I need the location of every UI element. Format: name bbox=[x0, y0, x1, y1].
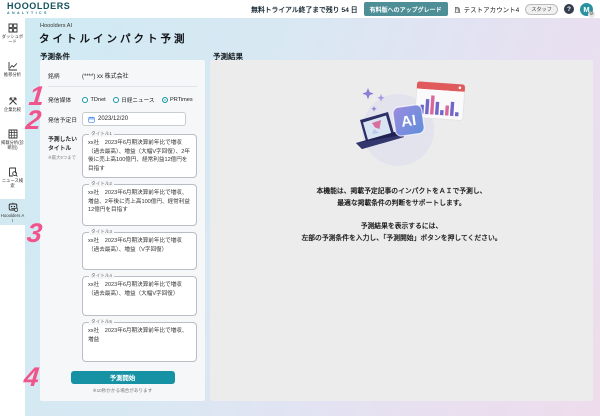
brand-logo: HOOOLDERS ANALYTICS bbox=[7, 2, 70, 16]
upgrade-button[interactable]: 有料版へのアップグレード bbox=[364, 2, 448, 16]
account-menu[interactable]: テストアカウント4 bbox=[454, 4, 520, 14]
logo-text: HOOOLDERS bbox=[7, 2, 70, 11]
duration-note: ※10秒かかる場合があります bbox=[48, 388, 197, 394]
results-panel: AI 本機能は、掲載予定記事のインパクトをＡＩで予測し、 最適な掲載条件の判断を… bbox=[210, 60, 593, 401]
annotation-4: 4 bbox=[23, 364, 41, 391]
top-bar: HOOOLDERS ANALYTICS 無料トライアル終了まで残り 54 日 有… bbox=[0, 0, 600, 18]
sidebar-item-news-search[interactable]: ニュース検索 bbox=[0, 164, 25, 190]
title-input-5-label: タイトル5 bbox=[89, 320, 114, 325]
title-input-1-label: タイトル1 bbox=[89, 132, 114, 137]
account-name: テストアカウント4 bbox=[464, 4, 520, 14]
user-avatar[interactable]: M ⚙ bbox=[580, 3, 593, 16]
title-input-1-box: タイトル1 xx社 2023年6月期決算前年比で増収（過去最高）、増益（大幅V字… bbox=[82, 134, 197, 178]
svg-text:AI: AI bbox=[400, 112, 417, 131]
titles-label-line2: タイトル bbox=[48, 145, 82, 154]
stock-value[interactable]: (****) xx 株式会社 bbox=[82, 71, 129, 80]
table-icon bbox=[8, 129, 18, 139]
title-input-3-label: タイトル3 bbox=[89, 230, 114, 235]
main-content: Hooolders AI タイトルインパクト予測 予測条件 予測結果 銘柄 (*… bbox=[25, 18, 600, 416]
calendar-icon bbox=[88, 116, 95, 123]
page-title: タイトルインパクト予測 bbox=[39, 31, 188, 46]
media-radio-group: TDnet 日経ニュース PRTimes bbox=[82, 96, 193, 104]
start-prediction-button[interactable]: 予測開始 bbox=[71, 371, 175, 384]
date-value: 2023/12/20 bbox=[98, 116, 128, 122]
stock-field-row: 銘柄 (****) xx 株式会社 bbox=[48, 66, 197, 87]
title-input-5[interactable]: xx社 2023年6月期決算前年比で増収、増益 bbox=[83, 323, 196, 361]
titles-section: 予測したい タイトル ※最大5つまで タイトル1 xx社 2023年6月期決算前… bbox=[48, 134, 197, 362]
title-input-1[interactable]: xx社 2023年6月期決算前年比で増収（過去最高）、増益（大幅V字回復）、2年… bbox=[83, 135, 196, 177]
radio-prtimes[interactable]: PRTimes bbox=[162, 97, 193, 103]
media-label: 発信媒体 bbox=[48, 95, 82, 104]
radio-icon bbox=[113, 97, 119, 103]
titles-label-col: 予測したい タイトル ※最大5つまで bbox=[48, 134, 82, 362]
ai-robot-icon bbox=[8, 202, 18, 212]
title-input-2[interactable]: xx社 2023年6月期決算前年比で増収、増益、2年後に売上高100億円、経常利… bbox=[83, 185, 196, 225]
radio-nikkei-news[interactable]: 日経ニュース bbox=[113, 96, 155, 104]
role-badge: スタッフ bbox=[525, 4, 558, 15]
title-input-5-box: タイトル5 xx社 2023年6月期決算前年比で増収、増益 bbox=[82, 322, 197, 362]
compare-arrows-icon bbox=[8, 96, 18, 106]
title-input-2-label: タイトル2 bbox=[89, 182, 114, 187]
sparkle-icon bbox=[362, 88, 373, 99]
help-icon[interactable]: ? bbox=[564, 4, 574, 14]
gear-icon: ⚙ bbox=[588, 11, 595, 18]
title-input-3[interactable]: xx社 2023年6月期決算前年比で増収（過去最高）、増益（V字回復） bbox=[83, 233, 196, 269]
sidebar: ダッシュボード 推移分析 企業比較 掲載分析(診断別) ニュース検索 Hoool… bbox=[0, 18, 25, 416]
sidebar-item-trend[interactable]: 推移分析 bbox=[0, 58, 25, 79]
ai-prediction-illustration: AI bbox=[322, 80, 482, 172]
title-input-2-box: タイトル2 xx社 2023年6月期決算前年比で増収、増益、2年後に売上高100… bbox=[82, 184, 197, 226]
title-input-3-box: タイトル3 xx社 2023年6月期決算前年比で増収（過去最高）、増益（V字回復… bbox=[82, 232, 197, 270]
trend-chart-icon bbox=[8, 61, 18, 71]
date-label: 発信予定日 bbox=[48, 115, 82, 124]
date-picker-input[interactable]: 2023/12/20 bbox=[82, 112, 186, 126]
ai-badge: AI bbox=[392, 104, 425, 137]
dashboard-grid-icon bbox=[8, 23, 18, 33]
instruction-text: 予測結果を表示するには、 左部の予測条件を入力し、「予測開始」ボタンを押してくだ… bbox=[301, 221, 501, 245]
sidebar-item-compare[interactable]: 企業比較 bbox=[0, 93, 25, 114]
radio-icon-selected bbox=[162, 97, 168, 103]
feature-description: 本機能は、掲載予定記事のインパクトをＡＩで予測し、 最適な掲載条件の判断をサポー… bbox=[317, 186, 487, 210]
title-input-4-label: タイトル4 bbox=[89, 274, 114, 279]
organization-icon bbox=[454, 6, 461, 13]
radio-tdnet[interactable]: TDnet bbox=[82, 97, 106, 103]
stock-label: 銘柄 bbox=[48, 71, 82, 80]
date-field-row: 発信予定日 2023/12/20 bbox=[48, 112, 197, 126]
sidebar-item-media-analysis[interactable]: 掲載分析(診断別) bbox=[0, 126, 25, 152]
trial-countdown-text: 無料トライアル終了まで残り 54 日 bbox=[251, 4, 357, 14]
app-window: HOOOLDERS ANALYTICS 無料トライアル終了まで残り 54 日 有… bbox=[0, 0, 600, 416]
titles-max-note: ※最大5つまで bbox=[48, 155, 82, 161]
news-search-icon bbox=[8, 167, 18, 177]
title-input-4-box: タイトル4 xx社 2023年6月期決算前年比で増収（過去最高）、増益（大幅V字… bbox=[82, 276, 197, 316]
annotation-3: 3 bbox=[26, 220, 44, 247]
annotation-2: 2 bbox=[25, 107, 43, 134]
sidebar-item-hooolders-ai[interactable]: Hooolders AI bbox=[0, 199, 25, 225]
sidebar-item-dashboard[interactable]: ダッシュボード bbox=[0, 20, 25, 46]
title-input-4[interactable]: xx社 2023年6月期決算前年比で増収（過去最高）、増益（大幅V字回復） bbox=[83, 277, 196, 315]
breadcrumb[interactable]: Hooolders AI bbox=[40, 23, 72, 29]
conditions-panel: 銘柄 (****) xx 株式会社 発信媒体 TDnet 日経ニュース bbox=[40, 60, 205, 401]
titles-field-col: タイトル1 xx社 2023年6月期決算前年比で増収（過去最高）、増益（大幅V字… bbox=[82, 134, 197, 362]
logo-subtext: ANALYTICS bbox=[7, 12, 70, 16]
media-field-row: 発信媒体 TDnet 日経ニュース PRTimes bbox=[48, 95, 197, 104]
topbar-actions: 無料トライアル終了まで残り 54 日 有料版へのアップグレード テストアカウント… bbox=[251, 2, 593, 16]
radio-icon bbox=[82, 97, 88, 103]
titles-label-line1: 予測したい bbox=[48, 136, 82, 145]
